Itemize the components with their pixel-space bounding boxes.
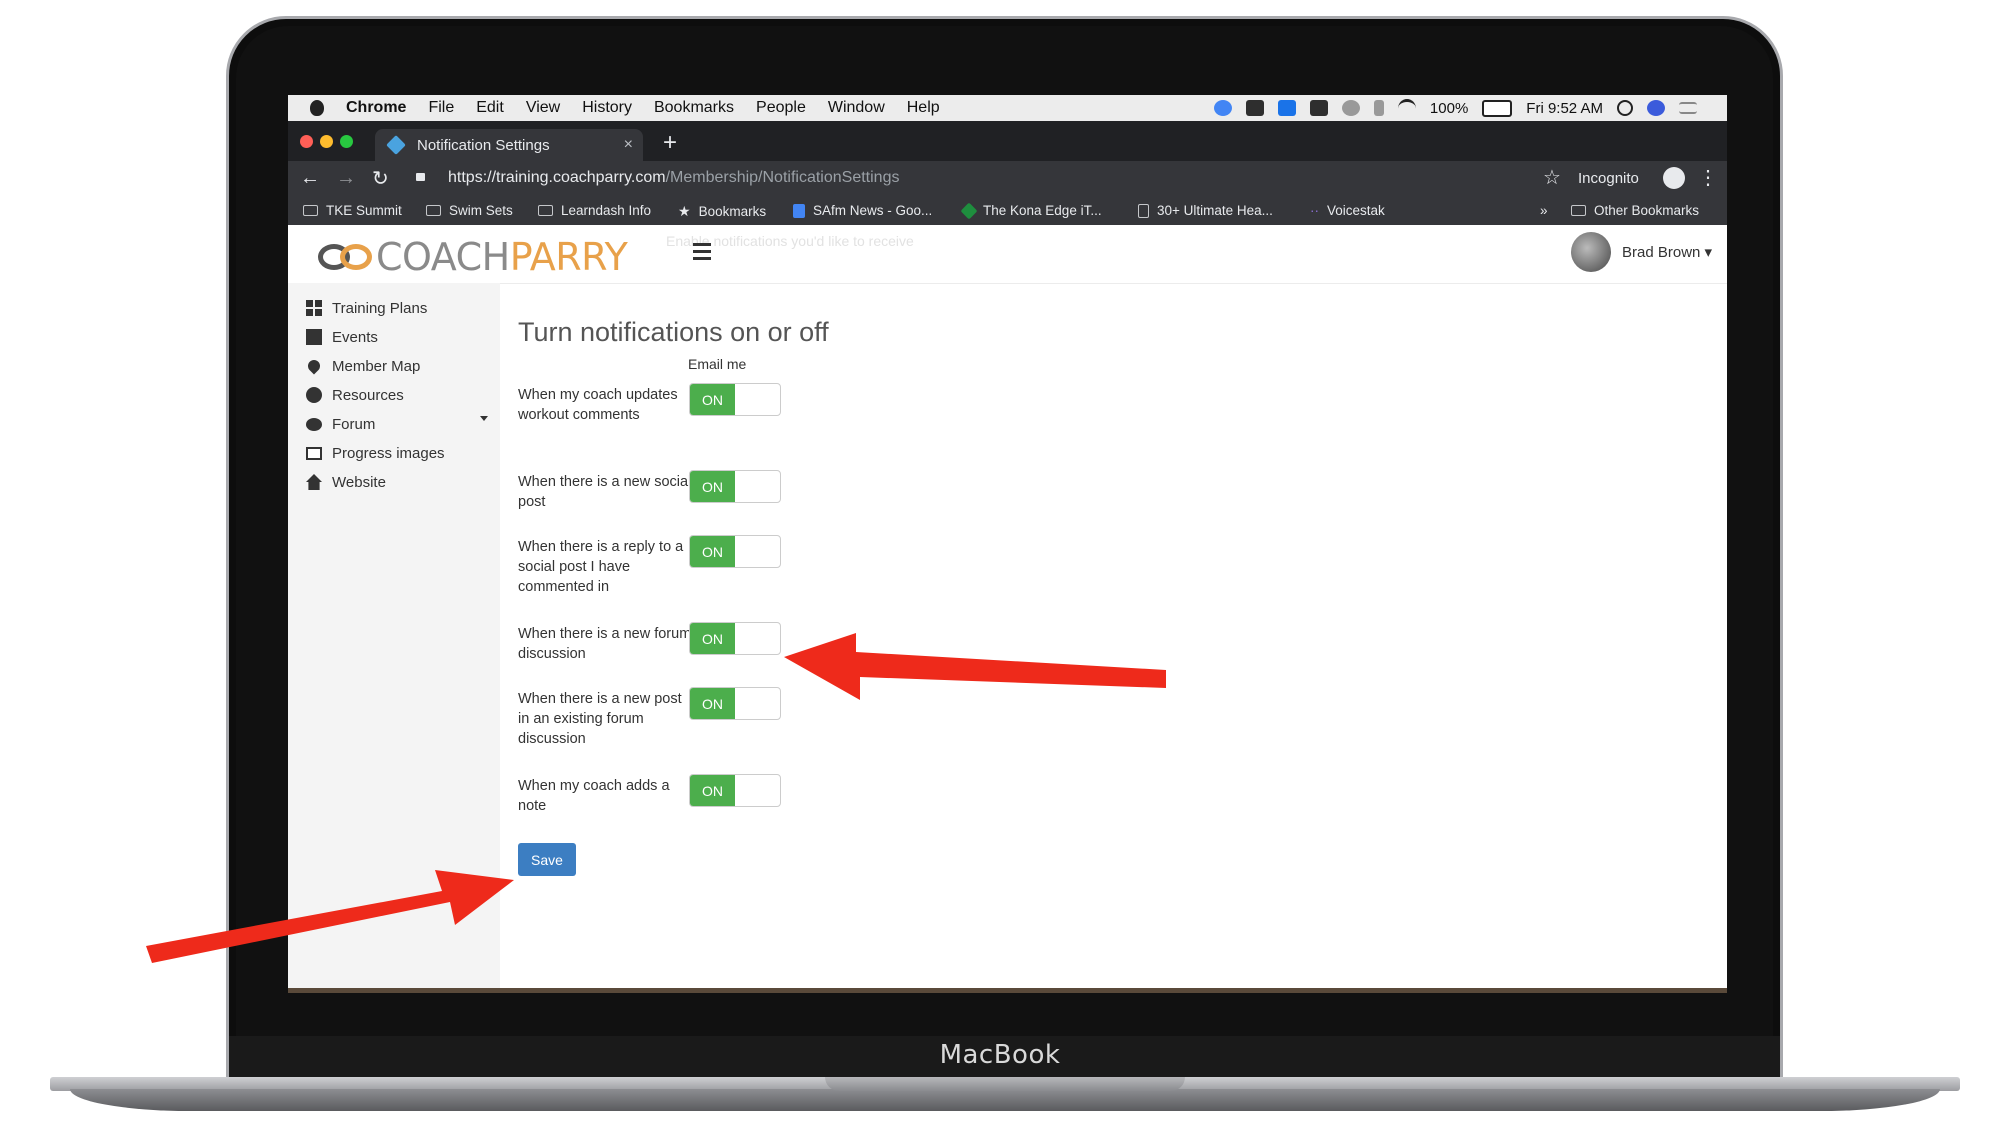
annotation-arrows — [146, 633, 1166, 963]
arrow-to-forum-toggle — [784, 633, 1166, 700]
arrow-to-save-button — [146, 870, 514, 963]
